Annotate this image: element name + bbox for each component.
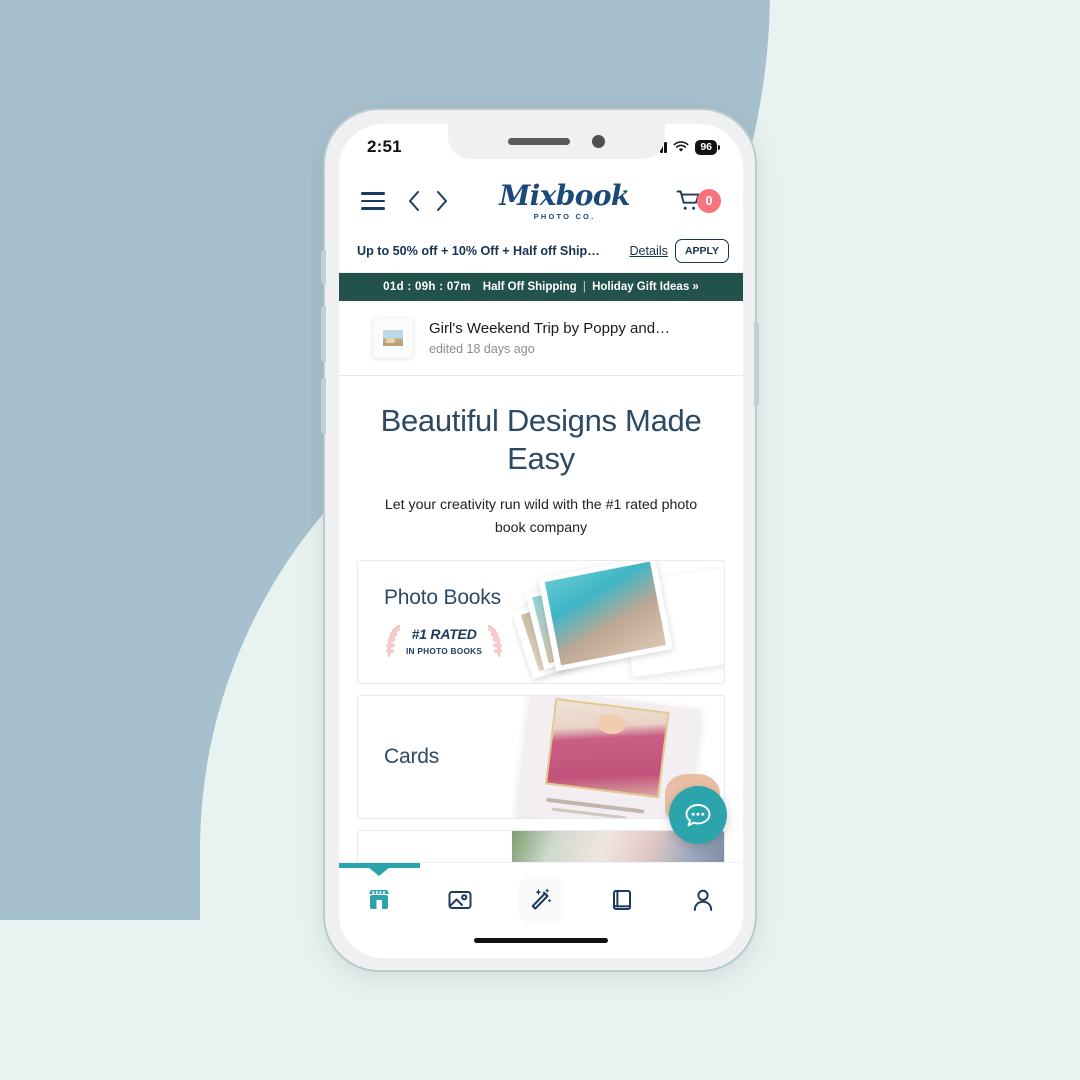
volume-down-button[interactable] [321, 378, 326, 434]
product-card-title: Photo Books [384, 585, 501, 609]
battery-indicator: 96 [695, 139, 720, 155]
cart-button[interactable]: 0 [676, 189, 721, 213]
countdown-link-gift-ideas[interactable]: Holiday Gift Ideas » [592, 281, 699, 293]
chat-bubble-icon [685, 804, 711, 827]
page-title: Beautiful Designs Made Easy [380, 403, 702, 476]
laurel-wreath-icon [384, 624, 402, 658]
brand-logo[interactable]: Mixbook PHOTO CO. [453, 178, 676, 221]
nav-item-shop[interactable] [339, 863, 420, 937]
recent-project-meta: edited 18 days ago [429, 342, 535, 356]
wifi-icon [673, 141, 689, 152]
rating-badge-headline: #1 RATED [411, 625, 477, 642]
product-card-label: Photo Books #1 RATED IN PHOTO BOOKS [358, 586, 504, 658]
open-photo-book-image [511, 560, 724, 683]
promo-text: Up to 50% off + 10% Off + Half off Ship… [357, 244, 600, 258]
hamburger-menu-icon[interactable] [361, 192, 385, 210]
laurel-wreath-icon [486, 624, 504, 658]
product-card-photo-books[interactable]: Photo Books #1 RATED IN PHOTO BOOKS [357, 559, 725, 684]
countdown-links[interactable]: Half Off Shipping | Holiday Gift Ideas » [483, 281, 699, 293]
front-camera-icon [592, 135, 605, 148]
device-notch [448, 124, 665, 159]
app-header: Mixbook PHOTO CO. 0 [339, 170, 743, 232]
bottom-navigation-bar [339, 862, 743, 958]
logo-tagline: PHOTO CO. [533, 211, 596, 221]
photos-icon [448, 891, 472, 909]
product-card-title: Cards [384, 744, 440, 768]
promo-details-link[interactable]: Details [629, 244, 668, 258]
silent-switch-button[interactable] [321, 250, 326, 284]
recent-project-info: Girl's Weekend Trip by Poppy and… edited… [429, 320, 670, 356]
chat-support-button[interactable] [669, 786, 727, 844]
countdown-separator: | [582, 281, 586, 293]
countdown-timer: 01d : 09h : 07m [383, 281, 471, 293]
phone-screen: 2:51 96 Mixbook PHOTO CO. 0 Up to 50% of… [339, 124, 743, 958]
rating-badge-text: #1 RATED IN PHOTO BOOKS [406, 625, 483, 656]
home-indicator[interactable] [474, 938, 608, 943]
hero-subtitle: Let your creativity run wild with the #1… [384, 496, 698, 536]
product-card-cards[interactable]: Cards [357, 694, 725, 819]
rating-badge-subline: IN PHOTO BOOKS [406, 645, 483, 656]
person-icon [693, 889, 712, 911]
recent-project-row[interactable]: Girl's Weekend Trip by Poppy and… edited… [339, 301, 743, 376]
recent-project-title: Girl's Weekend Trip by Poppy and… [429, 320, 671, 337]
promo-apply-button[interactable]: APPLY [674, 239, 729, 263]
chevron-right-icon[interactable] [435, 190, 449, 212]
nav-item-create[interactable] [501, 863, 582, 937]
cart-count-badge: 0 [697, 189, 721, 213]
book-icon [612, 890, 631, 910]
phone-frame: 2:51 96 Mixbook PHOTO CO. 0 Up to 50% of… [321, 108, 759, 972]
nav-item-photos[interactable] [420, 863, 501, 937]
store-icon [369, 890, 390, 909]
hero-section: Beautiful Designs Made Easy Let your cre… [339, 376, 743, 560]
photo-thumbnail-icon [373, 318, 413, 358]
rating-badge: #1 RATED IN PHOTO BOOKS [384, 624, 504, 658]
product-card-label: Cards [358, 745, 439, 769]
countdown-bar: 01d : 09h : 07m Half Off Shipping | Holi… [339, 273, 743, 301]
nav-item-account[interactable] [662, 863, 743, 937]
logo-wordmark: Mixbook [499, 178, 630, 212]
status-clock: 2:51 [367, 137, 402, 156]
promo-banner: Up to 50% off + 10% Off + Half off Ship…… [339, 232, 743, 273]
chevron-left-icon[interactable] [407, 190, 421, 212]
power-button[interactable] [754, 322, 759, 406]
volume-up-button[interactable] [321, 306, 326, 362]
countdown-link-shipping[interactable]: Half Off Shipping [483, 281, 577, 293]
magic-wand-icon [531, 888, 552, 910]
nav-item-projects[interactable] [581, 863, 662, 937]
earpiece-speaker-icon [508, 138, 570, 145]
